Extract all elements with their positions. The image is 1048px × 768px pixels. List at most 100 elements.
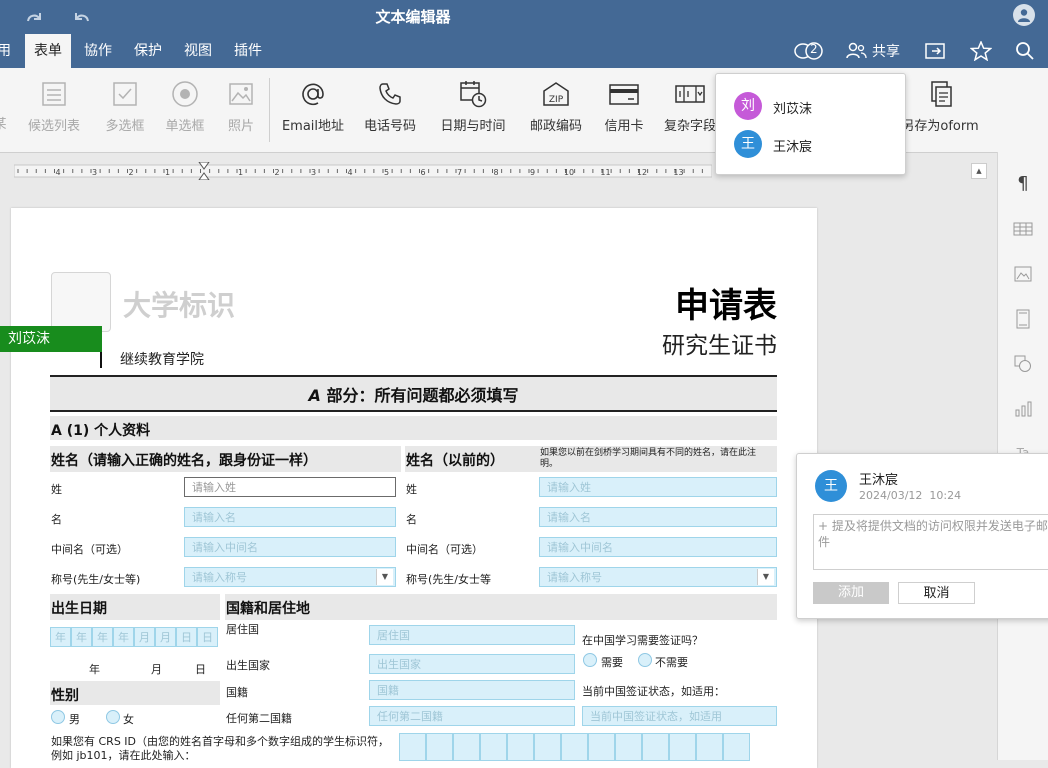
tab-protection[interactable]: 保护 xyxy=(125,34,171,68)
prev-salutation-placeholder: 请输入称号 xyxy=(547,571,602,584)
tab-forms[interactable]: 表单 xyxy=(25,34,71,68)
crs-id-cell[interactable] xyxy=(723,733,750,761)
shape-icon[interactable] xyxy=(1012,353,1034,375)
ruler-collapse-icon[interactable]: ▲ xyxy=(971,163,987,179)
favorite-button[interactable] xyxy=(970,38,992,64)
paragraph-icon[interactable]: ¶ xyxy=(1012,172,1034,194)
crs-id-cell[interactable] xyxy=(615,733,642,761)
comment-author-avatar: 王 xyxy=(815,470,847,502)
calendar-clock-icon xyxy=(460,81,487,108)
dob-month-cell[interactable]: 月 xyxy=(134,627,155,647)
visa-yes-label: 需要 xyxy=(601,656,623,669)
add-comment-button[interactable]: 添加 xyxy=(813,582,889,604)
crs-id-cell[interactable] xyxy=(453,733,480,761)
gender-female-radio[interactable] xyxy=(106,710,120,724)
nationality-input[interactable]: 国籍 xyxy=(369,680,575,700)
given-name-input[interactable]: 请输入名 xyxy=(184,507,396,527)
user-avatar-icon[interactable] xyxy=(1013,4,1035,26)
crs-id-cell[interactable] xyxy=(399,733,426,761)
visa-status-input[interactable]: 当前中国签证状态，如适用 xyxy=(582,706,777,726)
prev-salutation-select[interactable]: 请输入称号 ▼ xyxy=(539,567,777,587)
crs-id-cell[interactable] xyxy=(507,733,534,761)
crs-id-cell[interactable] xyxy=(696,733,723,761)
salutation-select[interactable]: 请输入称号 ▼ xyxy=(184,567,396,587)
email-field-button[interactable]: Email地址 xyxy=(278,74,348,134)
image-field-label: 照片 xyxy=(227,119,254,134)
dob-cells[interactable]: 年 年 年 年 月 月 日 日 xyxy=(50,627,218,647)
image-icon xyxy=(229,83,253,105)
visa-no-label: 不需要 xyxy=(655,656,688,669)
checkbox-button[interactable]: 多选框 xyxy=(100,74,150,134)
salutation-placeholder: 请输入称号 xyxy=(192,571,247,584)
datetime-field-button[interactable]: 日期与时间 xyxy=(434,74,512,134)
chevron-down-icon[interactable]: ▼ xyxy=(376,569,393,585)
horizontal-ruler[interactable]: 4 3 2 1 1 2 3 4 5 6 7 8 9 10 11 12 13 xyxy=(13,161,713,181)
tab-collaboration[interactable]: 協作 xyxy=(75,34,121,68)
ruler-number: 2 xyxy=(274,168,279,177)
nationality-label: 国籍 xyxy=(226,686,248,699)
save-oform-icon xyxy=(931,81,952,107)
middle-name-input[interactable]: 请输入中间名 xyxy=(184,537,396,557)
birth-country-label: 出生国家 xyxy=(226,659,270,672)
gender-male-radio[interactable] xyxy=(51,710,65,724)
ruler-number: 7 xyxy=(457,168,462,177)
tab-plugins[interactable]: 插件 xyxy=(225,34,271,68)
residence-input[interactable]: 居住国 xyxy=(369,625,575,645)
credit-card-field-button[interactable]: 信用卡 xyxy=(598,74,650,134)
dob-year-cell[interactable]: 年 xyxy=(92,627,113,647)
share-button[interactable]: 共享 xyxy=(846,38,900,64)
ruler-number: 12 xyxy=(637,168,647,177)
phone-field-button[interactable]: 电话号码 xyxy=(358,74,422,134)
crs-id-cell[interactable] xyxy=(480,733,507,761)
visa-yes-radio[interactable] xyxy=(583,653,597,667)
crs-id-cell[interactable] xyxy=(642,733,669,761)
dob-month-cell[interactable]: 月 xyxy=(155,627,176,647)
search-button[interactable] xyxy=(1015,38,1035,64)
radio-button-label: 单选框 xyxy=(165,119,205,134)
prev-surname-input[interactable]: 请输入姓 xyxy=(539,477,777,497)
tab-view[interactable]: 视图 xyxy=(175,34,221,68)
tab-home[interactable]: 用 xyxy=(0,34,20,68)
chevron-down-icon[interactable]: ▼ xyxy=(757,569,774,585)
svg-text:ZIP: ZIP xyxy=(549,95,564,105)
dob-year-cell[interactable]: 年 xyxy=(113,627,134,647)
save-as-oform-button[interactable]: 另存为oform xyxy=(900,74,980,134)
credit-card-field-label: 信用卡 xyxy=(604,119,644,134)
header-footer-icon[interactable] xyxy=(1012,308,1034,330)
user-name[interactable]: 王沐宸 xyxy=(773,136,812,155)
complex-field-button[interactable]: 复杂字段 xyxy=(664,74,716,134)
crs-id-cell[interactable] xyxy=(534,733,561,761)
listbox-button[interactable]: 候选列表 xyxy=(22,74,86,134)
image-settings-icon[interactable] xyxy=(1012,263,1034,285)
residence-label: 居住国 xyxy=(226,623,259,636)
image-field-button[interactable]: 照片 xyxy=(222,74,260,134)
dob-day-cell[interactable]: 日 xyxy=(197,627,218,647)
crs-id-cell[interactable] xyxy=(561,733,588,761)
birth-country-input[interactable]: 出生国家 xyxy=(369,654,575,674)
radio-button-tool[interactable]: 单选框 xyxy=(160,74,210,134)
chart-icon[interactable] xyxy=(1012,398,1034,420)
listbox-icon xyxy=(42,82,66,106)
crs-id-cells[interactable] xyxy=(399,733,750,761)
dob-month-label: 月 xyxy=(151,663,162,676)
prev-middle-name-input[interactable]: 请输入中间名 xyxy=(539,537,777,557)
crs-id-cell[interactable] xyxy=(669,733,696,761)
document-page[interactable]: 大学标识 继续教育学院 申请表 研究生证书 A 部分：所有问题都必须填写 A (… xyxy=(11,208,817,768)
second-nationality-input[interactable]: 任何第二国籍 xyxy=(369,706,575,726)
surname-input[interactable]: 请输入姓 xyxy=(184,477,396,497)
ruler-number: 5 xyxy=(384,168,389,177)
comment-textarea[interactable]: + 提及将提供文档的访问权限并发送电子邮件 xyxy=(813,514,1048,570)
crs-id-cell[interactable] xyxy=(588,733,615,761)
collaborators-button[interactable]: 2 xyxy=(793,38,825,64)
prev-given-name-input[interactable]: 请输入名 xyxy=(539,507,777,527)
crs-id-cell[interactable] xyxy=(426,733,453,761)
dob-day-cell[interactable]: 日 xyxy=(176,627,197,647)
zip-field-button[interactable]: ZIP 邮政编码 xyxy=(524,74,588,134)
cancel-comment-button[interactable]: 取消 xyxy=(898,582,975,604)
visa-no-radio[interactable] xyxy=(638,653,652,667)
table-icon[interactable] xyxy=(1012,218,1034,240)
dob-year-cell[interactable]: 年 xyxy=(50,627,71,647)
open-location-button[interactable] xyxy=(925,38,947,64)
dob-year-cell[interactable]: 年 xyxy=(71,627,92,647)
user-name[interactable]: 刘苡沫 xyxy=(773,98,812,117)
